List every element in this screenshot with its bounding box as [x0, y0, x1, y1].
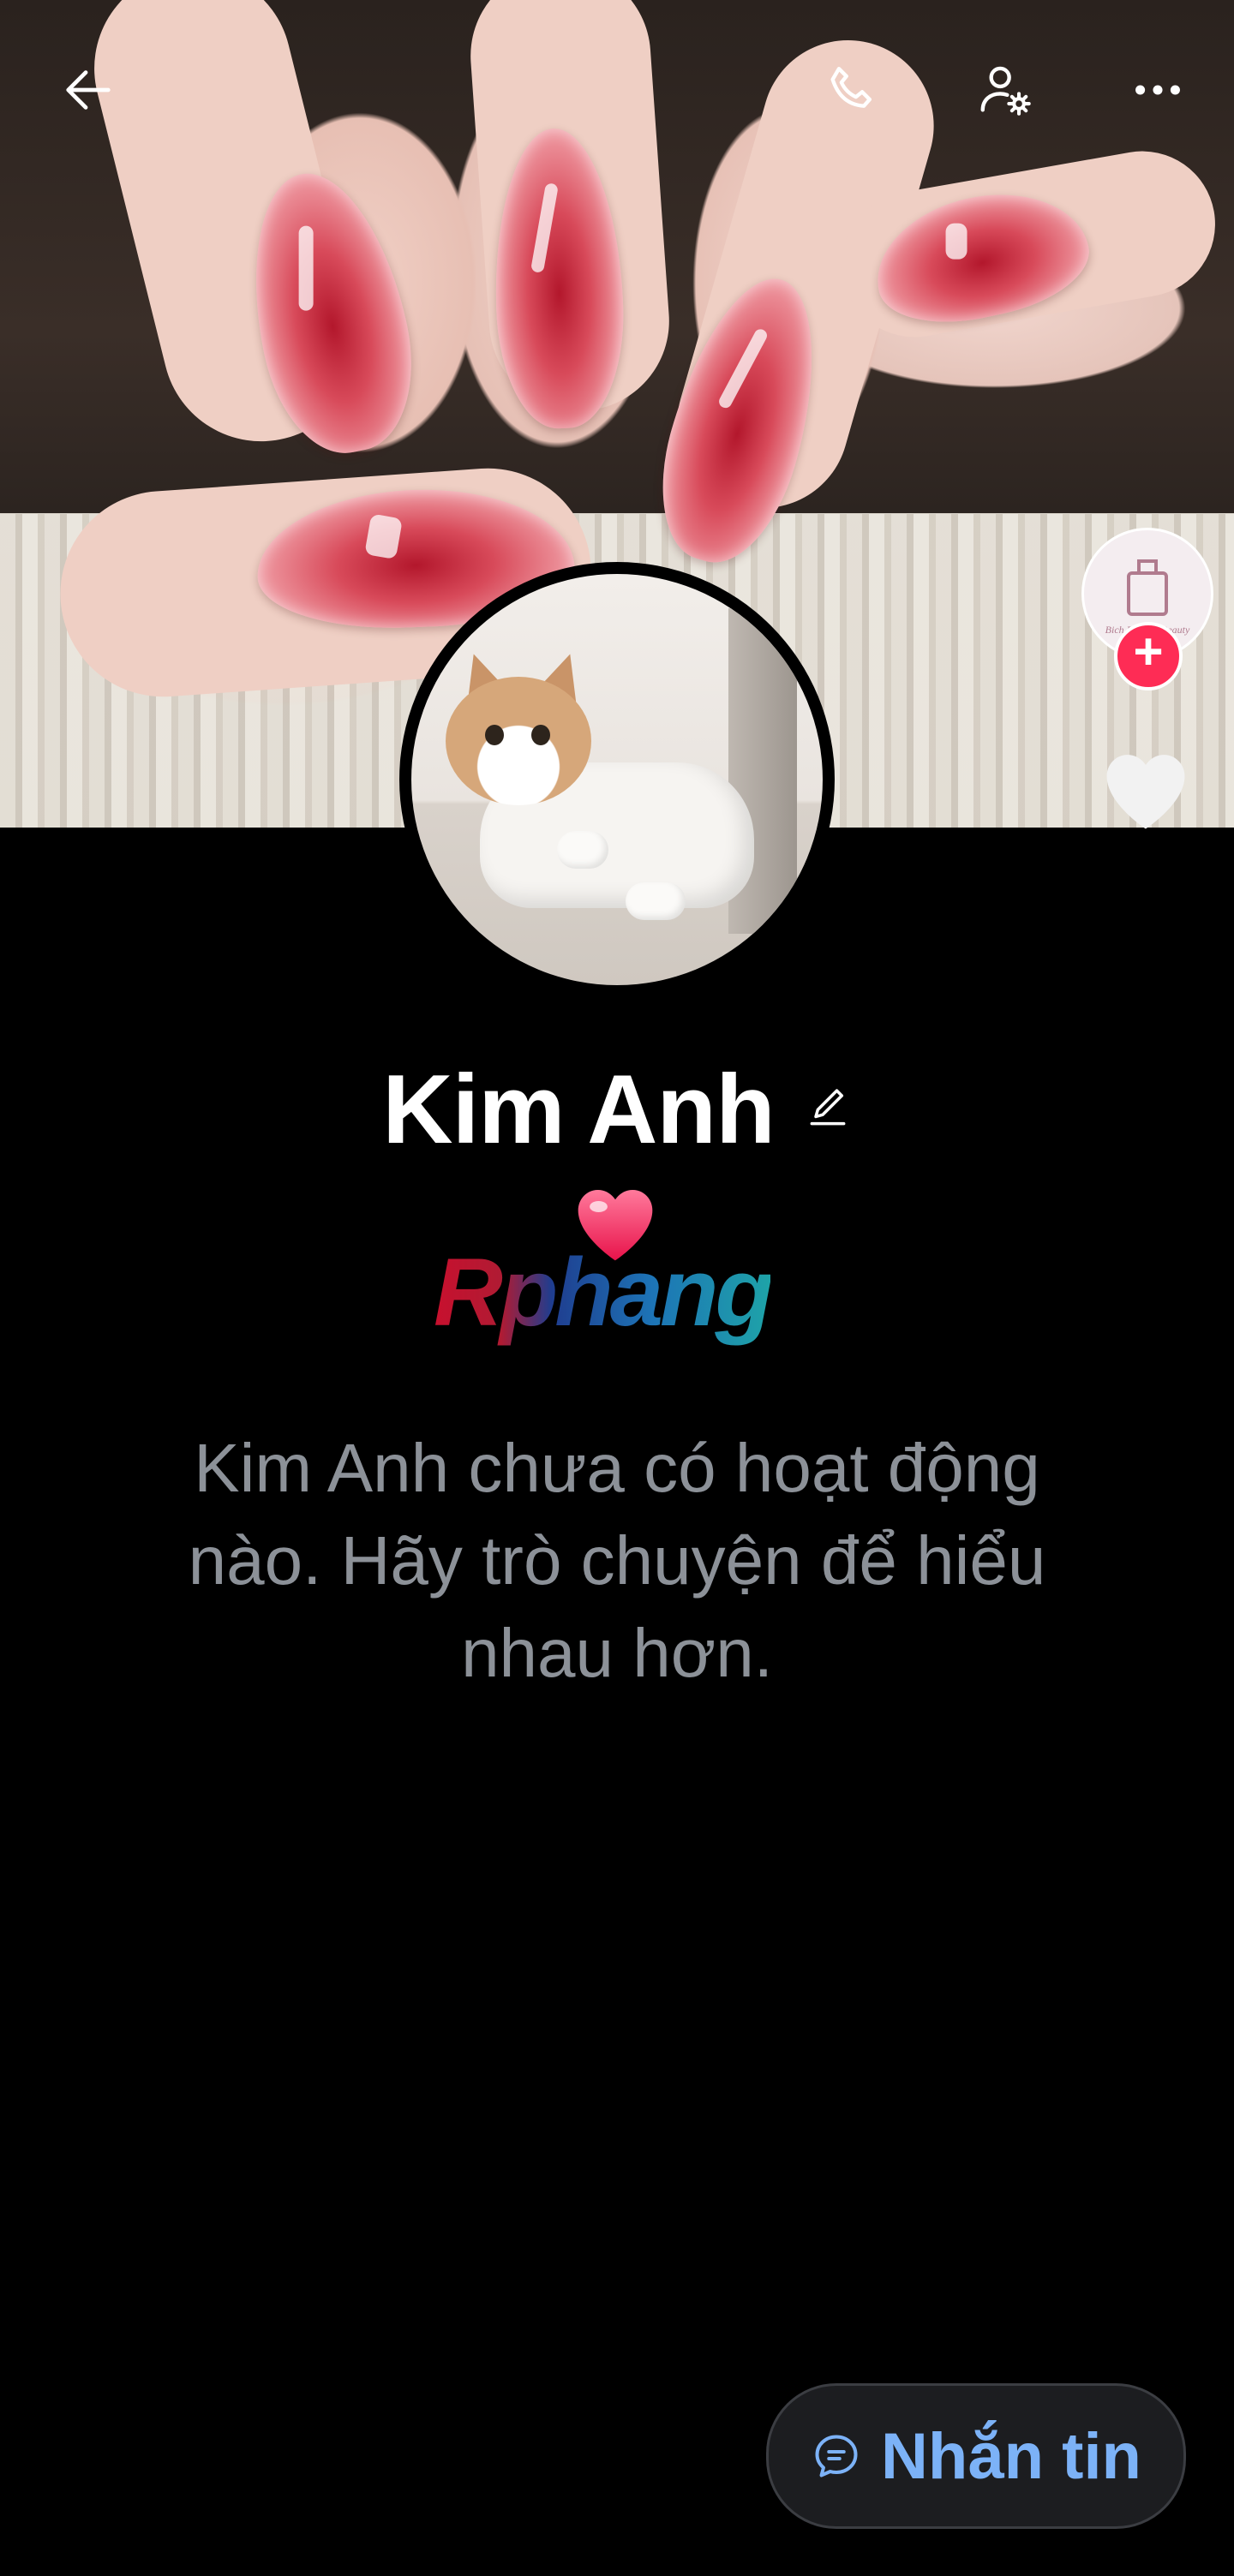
phone-icon — [830, 67, 872, 108]
pencil-icon — [810, 1089, 846, 1126]
profile-name: Kim Anh — [382, 1055, 775, 1164]
user-settings-icon — [980, 66, 1031, 116]
cat-eye — [485, 725, 504, 745]
logo-text: Rphang — [434, 1239, 774, 1346]
back-arrow-icon — [66, 70, 111, 110]
cat-paw — [557, 831, 608, 869]
nail-polish-icon — [1127, 559, 1168, 616]
cat-eye — [531, 725, 550, 745]
edit-name-button[interactable] — [804, 1084, 852, 1136]
chat-bubble-icon — [815, 2435, 858, 2477]
cat-head — [446, 677, 591, 805]
more-options-button[interactable] — [1111, 43, 1205, 137]
cat-paw — [626, 882, 686, 920]
avatar[interactable] — [411, 574, 823, 985]
heart-icon[interactable] — [1099, 747, 1193, 833]
call-button[interactable] — [806, 43, 900, 137]
message-button-label: Nhắn tin — [881, 2419, 1141, 2493]
message-button[interactable]: Nhắn tin — [766, 2383, 1186, 2529]
follow-plus-button[interactable]: + — [1114, 622, 1183, 690]
empty-activity-message: Kim Anh chưa có hoạt động nào. Hãy trò c… — [188, 1430, 1046, 1691]
profile-settings-button[interactable] — [958, 43, 1052, 137]
profile-logo-sticker: Rphang — [434, 1182, 802, 1346]
back-button[interactable] — [41, 43, 135, 137]
profile-name-row: Kim Anh — [0, 1054, 1234, 1166]
more-dots-icon — [1135, 85, 1180, 95]
